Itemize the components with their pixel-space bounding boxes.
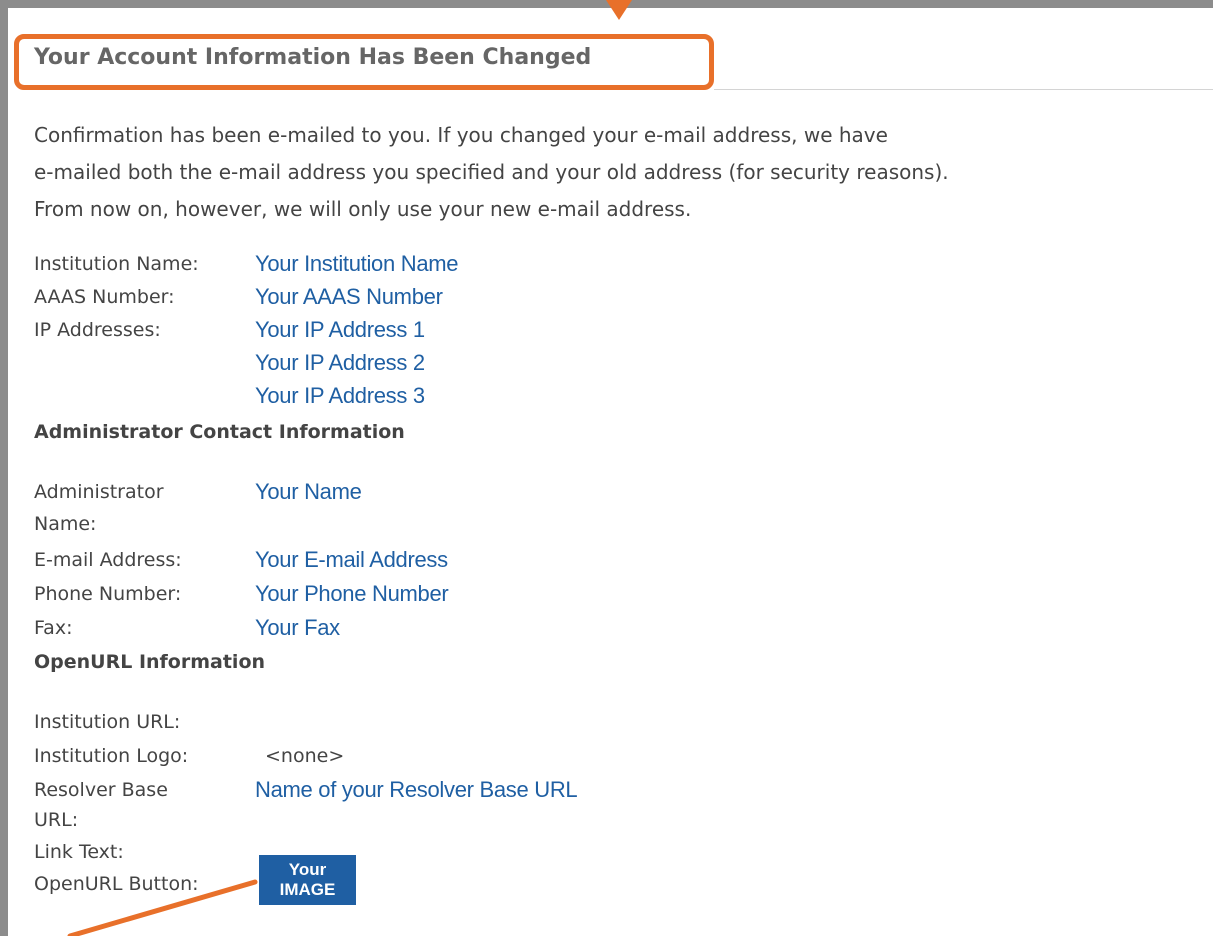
curved-arrow-icon [67, 879, 258, 936]
page-canvas: Your Account Information Has Been Change… [0, 0, 1213, 936]
